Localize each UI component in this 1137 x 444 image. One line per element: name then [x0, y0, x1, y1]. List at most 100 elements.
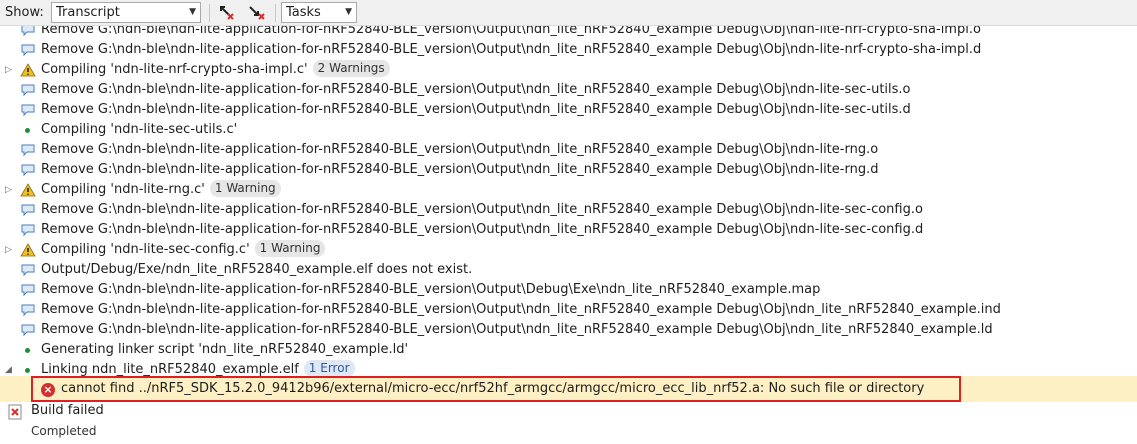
tasks-select-value: Tasks — [286, 5, 321, 20]
log-row-content: Compiling 'ndn-lite-rng.c' 1 Warning — [41, 180, 281, 200]
log-text: Generating linker script 'ndn_lite_nRF52… — [41, 342, 409, 357]
go-to-previous-error-icon — [220, 6, 234, 20]
log-text: Linking ndn_lite_nRF52840_example.elf — [41, 362, 299, 376]
log-row-content: Remove G:\ndn-ble\ndn-lite-application-f… — [41, 100, 911, 120]
log-row[interactable]: Compiling 'ndn-lite-sec-utils.c' — [0, 120, 1137, 140]
message-icon — [21, 44, 35, 57]
message-icon — [21, 284, 35, 297]
message-icon — [21, 224, 35, 237]
log-row-content: Remove G:\ndn-ble\ndn-lite-application-f… — [41, 280, 820, 300]
next-error-button[interactable] — [245, 3, 267, 23]
log-text: Remove G:\ndn-ble\ndn-lite-application-f… — [41, 82, 911, 97]
log-row[interactable]: Remove G:\ndn-ble\ndn-lite-application-f… — [0, 300, 1137, 320]
message-icon — [21, 164, 35, 177]
log-row-content: Compiling 'ndn-lite-sec-utils.c' — [41, 120, 237, 140]
chevron-down-icon: ▼ — [189, 7, 196, 17]
message-icon — [21, 26, 35, 37]
show-label: Show: — [5, 5, 44, 20]
log-row[interactable]: Remove G:\ndn-ble\ndn-lite-application-f… — [0, 220, 1137, 240]
log-row-content: Remove G:\ndn-ble\ndn-lite-application-f… — [41, 320, 993, 340]
go-to-next-error-icon — [249, 6, 265, 20]
log-row-content: Output/Debug/Exe/ndn_lite_nRF52840_examp… — [41, 260, 472, 280]
log-text: Remove G:\ndn-ble\ndn-lite-application-f… — [41, 162, 879, 177]
count-badge[interactable]: 2 Warnings — [312, 60, 390, 77]
output-toolbar: Show: Transcript ▼ Tasks ▼ — [0, 0, 1137, 26]
log-row-content: Remove G:\ndn-ble\ndn-lite-application-f… — [41, 220, 923, 240]
build-status-area: Build failed Completed — [0, 402, 1137, 444]
log-text: Remove G:\ndn-ble\ndn-lite-application-f… — [41, 42, 982, 57]
expand-arrow-icon[interactable]: ▷ — [5, 180, 14, 200]
log-text: Remove G:\ndn-ble\ndn-lite-application-f… — [41, 102, 911, 117]
show-select[interactable]: Transcript ▼ — [51, 2, 201, 23]
expand-arrow-icon[interactable]: ▷ — [5, 240, 14, 260]
warning-icon — [20, 63, 36, 77]
log-row[interactable]: Remove G:\ndn-ble\ndn-lite-application-f… — [0, 80, 1137, 100]
log-text: Remove G:\ndn-ble\ndn-lite-application-f… — [41, 302, 1001, 317]
success-bullet-icon — [25, 368, 30, 373]
log-row[interactable]: Remove G:\ndn-ble\ndn-lite-application-f… — [0, 200, 1137, 220]
toolbar-divider — [209, 4, 210, 22]
message-icon — [21, 144, 35, 157]
log-text: Compiling 'ndn-lite-sec-utils.c' — [41, 122, 238, 137]
count-badge[interactable]: 1 Warning — [209, 180, 281, 197]
log-row-content: Remove G:\ndn-ble\ndn-lite-application-f… — [41, 40, 981, 60]
log-row-content: Remove G:\ndn-ble\ndn-lite-application-f… — [41, 80, 911, 100]
log-text: Remove G:\ndn-ble\ndn-lite-application-f… — [41, 282, 821, 297]
tasks-select[interactable]: Tasks ▼ — [281, 2, 357, 23]
previous-error-button[interactable] — [216, 3, 238, 23]
error-row[interactable]: × cannot find ../nRF5_SDK_15.2.0_9412b96… — [0, 376, 1137, 402]
log-row[interactable]: ▷ Compiling 'ndn-lite-nrf-crypto-sha-impl… — [0, 60, 1137, 80]
log-text: Compiling 'ndn-lite-rng.c' — [41, 182, 205, 197]
toolbar-divider — [275, 4, 276, 22]
log-row[interactable]: Remove G:\ndn-ble\ndn-lite-application-f… — [0, 26, 1137, 40]
log-row[interactable]: Output/Debug/Exe/ndn_lite_nRF52840_examp… — [0, 260, 1137, 280]
log-text: Compiling 'ndn-lite-nrf-crypto-sha-impl.… — [41, 62, 308, 77]
log-row[interactable]: ◢ Linking ndn_lite_nRF52840_example.elf 1 … — [0, 360, 1137, 376]
log-text: Remove G:\ndn-ble\ndn-lite-application-f… — [41, 222, 924, 237]
warning-icon — [20, 243, 36, 257]
log-row[interactable]: Remove G:\ndn-ble\ndn-lite-application-f… — [0, 280, 1137, 300]
build-status-text: Build failed — [31, 403, 104, 418]
warning-icon — [20, 183, 36, 197]
chevron-down-icon: ▼ — [345, 7, 352, 17]
log-row-content: Compiling 'ndn-lite-nrf-crypto-sha-impl.… — [41, 60, 390, 80]
count-badge[interactable]: 1 Error — [303, 360, 355, 376]
expand-arrow-icon[interactable]: ◢ — [5, 360, 14, 376]
message-icon — [21, 304, 35, 317]
log-row[interactable]: Remove G:\ndn-ble\ndn-lite-application-f… — [0, 100, 1137, 120]
log-text: Remove G:\ndn-ble\ndn-lite-application-f… — [41, 142, 879, 157]
log-text: Compiling 'ndn-lite-sec-config.c' — [41, 242, 250, 257]
log-row[interactable]: Remove G:\ndn-ble\ndn-lite-application-f… — [0, 140, 1137, 160]
message-icon — [21, 264, 35, 277]
build-failed-icon — [8, 404, 22, 420]
log-row-content: Remove G:\ndn-ble\ndn-lite-application-f… — [41, 300, 1001, 320]
log-row-content: Linking ndn_lite_nRF52840_example.elf 1 E… — [41, 360, 355, 376]
log-row-content: Remove G:\ndn-ble\ndn-lite-application-f… — [41, 200, 923, 220]
log-text: Remove G:\ndn-ble\ndn-lite-application-f… — [41, 26, 981, 37]
log-row-content: Remove G:\ndn-ble\ndn-lite-application-f… — [41, 160, 878, 180]
transcript-log[interactable]: Remove G:\ndn-ble\ndn-lite-application-f… — [0, 26, 1137, 376]
log-row[interactable]: Remove G:\ndn-ble\ndn-lite-application-f… — [0, 40, 1137, 60]
error-message: cannot find ../nRF5_SDK_15.2.0_9412b96/e… — [61, 381, 925, 396]
log-row[interactable]: Remove G:\ndn-ble\ndn-lite-application-f… — [0, 320, 1137, 340]
log-row[interactable]: Generating linker script 'ndn_lite_nRF52… — [0, 340, 1137, 360]
message-icon — [21, 104, 35, 117]
success-bullet-icon — [25, 348, 30, 353]
show-select-value: Transcript — [56, 5, 120, 20]
log-row-content: Remove G:\ndn-ble\ndn-lite-application-f… — [41, 140, 878, 160]
log-row-content: Remove G:\ndn-ble\ndn-lite-application-f… — [41, 26, 981, 40]
log-row[interactable]: Remove G:\ndn-ble\ndn-lite-application-f… — [0, 160, 1137, 180]
log-text: Output/Debug/Exe/ndn_lite_nRF52840_examp… — [41, 262, 473, 277]
expand-arrow-icon[interactable]: ▷ — [5, 60, 14, 80]
success-bullet-icon — [25, 128, 30, 133]
error-icon: × — [41, 383, 55, 397]
log-row[interactable]: ▷ Compiling 'ndn-lite-sec-config.c' 1 Warn… — [0, 240, 1137, 260]
error-highlight-box: × cannot find ../nRF5_SDK_15.2.0_9412b96… — [31, 376, 961, 402]
completed-text: Completed — [31, 424, 97, 438]
log-text: Remove G:\ndn-ble\ndn-lite-application-f… — [41, 322, 993, 337]
count-badge[interactable]: 1 Warning — [254, 240, 326, 257]
log-row[interactable]: ▷ Compiling 'ndn-lite-rng.c' 1 Warning — [0, 180, 1137, 200]
log-row-content: Compiling 'ndn-lite-sec-config.c' 1 Warni… — [41, 240, 326, 260]
message-icon — [21, 204, 35, 217]
message-icon — [21, 84, 35, 97]
